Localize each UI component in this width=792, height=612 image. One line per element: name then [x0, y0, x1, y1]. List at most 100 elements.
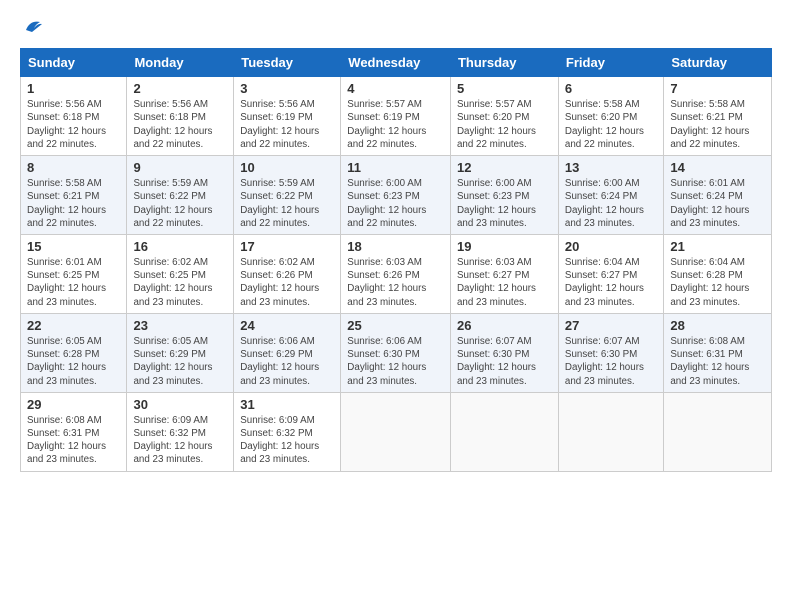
day-info: Sunrise: 6:03 AM Sunset: 6:26 PM Dayligh… — [347, 256, 444, 309]
day-number: 29 — [27, 397, 120, 412]
day-number: 28 — [670, 318, 765, 333]
calendar-cell: 18 Sunrise: 6:03 AM Sunset: 6:26 PM Dayli… — [341, 235, 451, 314]
calendar-header-saturday: Saturday — [664, 49, 772, 77]
day-number: 27 — [565, 318, 657, 333]
day-number: 18 — [347, 239, 444, 254]
day-number: 8 — [27, 160, 120, 175]
day-number: 20 — [565, 239, 657, 254]
page: SundayMondayTuesdayWednesdayThursdayFrid… — [0, 0, 792, 612]
calendar-cell: 1 Sunrise: 5:56 AM Sunset: 6:18 PM Daylig… — [21, 77, 127, 156]
day-info: Sunrise: 5:56 AM Sunset: 6:19 PM Dayligh… — [240, 98, 334, 151]
day-info: Sunrise: 6:07 AM Sunset: 6:30 PM Dayligh… — [565, 335, 657, 388]
calendar-cell: 6Sunrise: 5:58 AM Sunset: 6:20 PM Daylig… — [558, 77, 663, 156]
calendar-header-sunday: Sunday — [21, 49, 127, 77]
calendar-cell: 12 Sunrise: 6:00 AM Sunset: 6:23 PM Dayli… — [450, 156, 558, 235]
calendar-cell: 19 Sunrise: 6:03 AM Sunset: 6:27 PM Dayli… — [450, 235, 558, 314]
day-number: 26 — [457, 318, 552, 333]
day-info: Sunrise: 5:58 AM Sunset: 6:21 PM Dayligh… — [670, 98, 765, 151]
day-info: Sunrise: 5:58 AM Sunset: 6:21 PM Dayligh… — [27, 177, 120, 230]
day-number: 25 — [347, 318, 444, 333]
calendar-cell: 16Sunrise: 6:02 AM Sunset: 6:25 PM Dayli… — [127, 235, 234, 314]
day-number: 9 — [133, 160, 227, 175]
calendar-cell: 22Sunrise: 6:05 AM Sunset: 6:28 PM Dayli… — [21, 313, 127, 392]
day-info: Sunrise: 6:00 AM Sunset: 6:23 PM Dayligh… — [457, 177, 552, 230]
calendar-week-4: 22Sunrise: 6:05 AM Sunset: 6:28 PM Dayli… — [21, 313, 772, 392]
day-number: 19 — [457, 239, 552, 254]
day-info: Sunrise: 5:57 AM Sunset: 6:20 PM Dayligh… — [457, 98, 552, 151]
day-info: Sunrise: 5:56 AM Sunset: 6:18 PM Dayligh… — [133, 98, 227, 151]
day-info: Sunrise: 6:02 AM Sunset: 6:25 PM Dayligh… — [133, 256, 227, 309]
day-number: 11 — [347, 160, 444, 175]
day-info: Sunrise: 5:56 AM Sunset: 6:18 PM Dayligh… — [27, 98, 120, 151]
calendar-week-2: 8 Sunrise: 5:58 AM Sunset: 6:21 PM Daylig… — [21, 156, 772, 235]
day-number: 15 — [27, 239, 120, 254]
calendar-header-friday: Friday — [558, 49, 663, 77]
day-number: 7 — [670, 81, 765, 96]
calendar-cell: 31Sunrise: 6:09 AM Sunset: 6:32 PM Dayli… — [234, 392, 341, 471]
logo-bird-icon — [22, 16, 44, 38]
day-number: 17 — [240, 239, 334, 254]
calendar-header-monday: Monday — [127, 49, 234, 77]
calendar-cell: 27 Sunrise: 6:07 AM Sunset: 6:30 PM Dayli… — [558, 313, 663, 392]
day-number: 30 — [133, 397, 227, 412]
calendar-cell — [341, 392, 451, 471]
day-info: Sunrise: 5:57 AM Sunset: 6:19 PM Dayligh… — [347, 98, 444, 151]
calendar-cell: 29 Sunrise: 6:08 AM Sunset: 6:31 PM Dayli… — [21, 392, 127, 471]
day-info: Sunrise: 6:02 AM Sunset: 6:26 PM Dayligh… — [240, 256, 334, 309]
calendar-cell: 21Sunrise: 6:04 AM Sunset: 6:28 PM Dayli… — [664, 235, 772, 314]
day-number: 31 — [240, 397, 334, 412]
calendar-cell: 11 Sunrise: 6:00 AM Sunset: 6:23 PM Dayli… — [341, 156, 451, 235]
calendar-cell: 26 Sunrise: 6:07 AM Sunset: 6:30 PM Dayli… — [450, 313, 558, 392]
day-number: 2 — [133, 81, 227, 96]
day-number: 23 — [133, 318, 227, 333]
day-number: 5 — [457, 81, 552, 96]
calendar-header-wednesday: Wednesday — [341, 49, 451, 77]
day-info: Sunrise: 6:04 AM Sunset: 6:27 PM Dayligh… — [565, 256, 657, 309]
day-info: Sunrise: 6:01 AM Sunset: 6:24 PM Dayligh… — [670, 177, 765, 230]
day-info: Sunrise: 6:05 AM Sunset: 6:29 PM Dayligh… — [133, 335, 227, 388]
calendar-cell: 13Sunrise: 6:00 AM Sunset: 6:24 PM Dayli… — [558, 156, 663, 235]
logo — [20, 18, 44, 38]
day-info: Sunrise: 6:01 AM Sunset: 6:25 PM Dayligh… — [27, 256, 120, 309]
calendar-cell: 28Sunrise: 6:08 AM Sunset: 6:31 PM Dayli… — [664, 313, 772, 392]
day-info: Sunrise: 5:59 AM Sunset: 6:22 PM Dayligh… — [133, 177, 227, 230]
calendar-cell — [558, 392, 663, 471]
calendar-header-thursday: Thursday — [450, 49, 558, 77]
day-info: Sunrise: 5:59 AM Sunset: 6:22 PM Dayligh… — [240, 177, 334, 230]
header — [20, 18, 772, 38]
day-number: 24 — [240, 318, 334, 333]
day-number: 1 — [27, 81, 120, 96]
day-info: Sunrise: 6:03 AM Sunset: 6:27 PM Dayligh… — [457, 256, 552, 309]
calendar-cell — [450, 392, 558, 471]
day-info: Sunrise: 6:08 AM Sunset: 6:31 PM Dayligh… — [27, 414, 120, 467]
calendar-cell: 20 Sunrise: 6:04 AM Sunset: 6:27 PM Dayli… — [558, 235, 663, 314]
day-info: Sunrise: 6:06 AM Sunset: 6:30 PM Dayligh… — [347, 335, 444, 388]
day-info: Sunrise: 6:05 AM Sunset: 6:28 PM Dayligh… — [27, 335, 120, 388]
calendar-cell: 15 Sunrise: 6:01 AM Sunset: 6:25 PM Dayli… — [21, 235, 127, 314]
day-info: Sunrise: 6:09 AM Sunset: 6:32 PM Dayligh… — [133, 414, 227, 467]
calendar-cell: 9 Sunrise: 5:59 AM Sunset: 6:22 PM Daylig… — [127, 156, 234, 235]
calendar-cell: 24 Sunrise: 6:06 AM Sunset: 6:29 PM Dayli… — [234, 313, 341, 392]
day-info: Sunrise: 6:00 AM Sunset: 6:23 PM Dayligh… — [347, 177, 444, 230]
day-number: 3 — [240, 81, 334, 96]
logo-text-block — [20, 18, 44, 38]
calendar-cell — [664, 392, 772, 471]
calendar-header-row: SundayMondayTuesdayWednesdayThursdayFrid… — [21, 49, 772, 77]
day-number: 13 — [565, 160, 657, 175]
calendar-week-1: 1 Sunrise: 5:56 AM Sunset: 6:18 PM Daylig… — [21, 77, 772, 156]
day-number: 4 — [347, 81, 444, 96]
calendar-body: 1 Sunrise: 5:56 AM Sunset: 6:18 PM Daylig… — [21, 77, 772, 471]
calendar-cell: 14 Sunrise: 6:01 AM Sunset: 6:24 PM Dayli… — [664, 156, 772, 235]
day-number: 12 — [457, 160, 552, 175]
day-number: 21 — [670, 239, 765, 254]
calendar-cell: 7 Sunrise: 5:58 AM Sunset: 6:21 PM Daylig… — [664, 77, 772, 156]
calendar-cell: 23 Sunrise: 6:05 AM Sunset: 6:29 PM Dayli… — [127, 313, 234, 392]
calendar-cell: 10Sunrise: 5:59 AM Sunset: 6:22 PM Dayli… — [234, 156, 341, 235]
calendar-header-tuesday: Tuesday — [234, 49, 341, 77]
day-info: Sunrise: 6:06 AM Sunset: 6:29 PM Dayligh… — [240, 335, 334, 388]
calendar-cell: 30 Sunrise: 6:09 AM Sunset: 6:32 PM Dayli… — [127, 392, 234, 471]
day-number: 6 — [565, 81, 657, 96]
day-number: 14 — [670, 160, 765, 175]
day-info: Sunrise: 6:07 AM Sunset: 6:30 PM Dayligh… — [457, 335, 552, 388]
calendar-cell: 3 Sunrise: 5:56 AM Sunset: 6:19 PM Daylig… — [234, 77, 341, 156]
